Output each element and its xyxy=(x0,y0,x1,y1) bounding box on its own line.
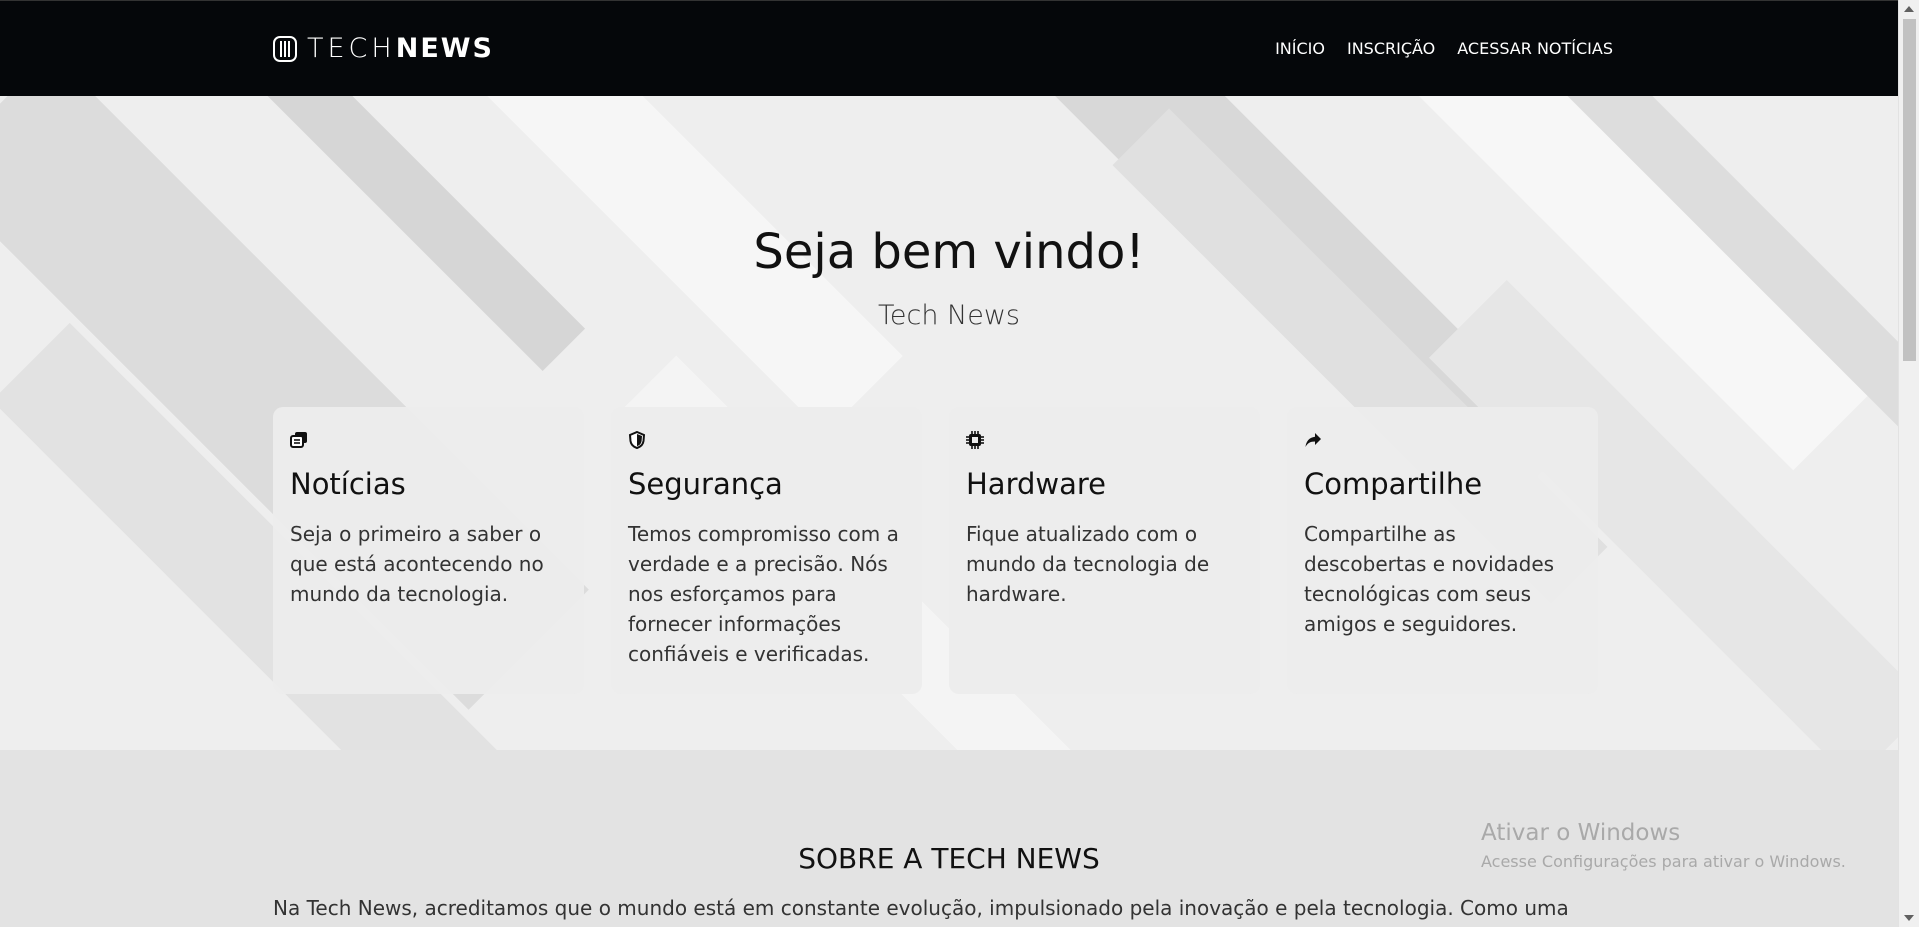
page: TECHNEWS INÍCIO INSCRIÇÃO ACESSAR NOTÍCI… xyxy=(0,0,1898,927)
card-text: Seja o primeiro a saber o que está acont… xyxy=(290,522,544,606)
navbar: TECHNEWS INÍCIO INSCRIÇÃO ACESSAR NOTÍCI… xyxy=(0,0,1898,97)
hero-subtitle: Tech News xyxy=(877,300,1020,331)
scroll-up-arrow-icon[interactable] xyxy=(1904,6,1914,12)
brand[interactable]: TECHNEWS xyxy=(273,33,494,64)
card-compartilhe: Compartilhe Compartilhe as descobertas e… xyxy=(1287,407,1598,694)
scroll-down-arrow-icon[interactable] xyxy=(1904,915,1914,921)
brand-name: TECHNEWS xyxy=(307,33,494,64)
watermark-title: Ativar o Windows xyxy=(1481,820,1681,846)
scrollbar-thumb[interactable] xyxy=(1903,19,1916,361)
nav-link-inscricao[interactable]: INSCRIÇÃO xyxy=(1347,39,1435,58)
nav-link-acessar-noticias[interactable]: ACESSAR NOTÍCIAS xyxy=(1457,39,1613,58)
about-text: Na Tech News, acreditamos que o mundo es… xyxy=(273,896,1569,920)
windows-activation-watermark: Ativar o Windows Acesse Configurações pa… xyxy=(1481,820,1846,871)
card-text: Compartilhe as descobertas e novidades t… xyxy=(1304,522,1555,636)
main-nav: INÍCIO INSCRIÇÃO ACESSAR NOTÍCIAS xyxy=(1275,39,1613,58)
card-title: Compartilhe xyxy=(1304,467,1483,501)
hero-section: Seja bem vindo! Tech News Notícias Seja … xyxy=(0,96,1898,750)
card-hardware: Hardware Fique atualizado com o mundo da… xyxy=(949,407,1260,694)
shield-icon xyxy=(628,431,646,449)
feature-cards: Notícias Seja o primeiro a saber o que e… xyxy=(273,407,1598,694)
nav-link-inicio[interactable]: INÍCIO xyxy=(1275,39,1325,58)
card-seguranca: Segurança Temos compromisso com a verdad… xyxy=(611,407,922,694)
card-noticias: Notícias Seja o primeiro a saber o que e… xyxy=(273,407,584,694)
card-title: Notícias xyxy=(290,467,406,501)
newspaper-icon xyxy=(290,432,307,448)
card-title: Hardware xyxy=(966,467,1107,501)
tech-news-logo-icon xyxy=(273,35,297,62)
card-title: Segurança xyxy=(628,467,783,501)
brand-name-light: TECH xyxy=(307,33,396,64)
watermark-subtitle: Acesse Configurações para ativar o Windo… xyxy=(1481,852,1846,871)
card-text: Temos compromisso com a verdade e a prec… xyxy=(628,522,899,666)
hero-title: Seja bem vindo! xyxy=(753,224,1145,280)
vertical-scrollbar[interactable] xyxy=(1898,0,1919,927)
brand-name-bold: NEWS xyxy=(395,33,494,64)
share-icon xyxy=(1305,433,1321,447)
chip-icon xyxy=(966,431,984,449)
card-text: Fique atualizado com o mundo da tecnolog… xyxy=(966,522,1210,606)
